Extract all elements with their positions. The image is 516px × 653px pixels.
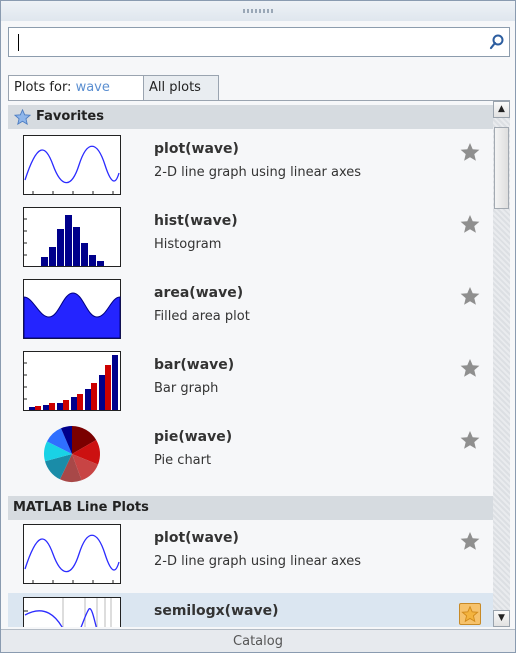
item-name: bar(wave)	[154, 357, 235, 373]
favorite-star-icon[interactable]	[459, 213, 481, 235]
tab-variable-name: wave	[75, 80, 110, 95]
search-icon[interactable]	[488, 33, 506, 51]
semilogx-thumb	[23, 597, 121, 627]
item-name: area(wave)	[154, 285, 244, 301]
item-description: Filled area plot	[154, 309, 250, 324]
catalog-label: Catalog	[233, 634, 283, 649]
list-item-plot[interactable]: plot(wave) 2-D line graph using linear a…	[8, 520, 493, 592]
favorite-star-icon[interactable]	[459, 530, 481, 552]
tab-all-plots-label: All plots	[149, 80, 201, 95]
scroll-up-icon[interactable]: ▲	[493, 101, 510, 118]
pie-thumb	[23, 423, 121, 483]
item-description: Histogram	[154, 237, 222, 252]
item-name: pie(wave)	[154, 429, 233, 445]
favorite-star-icon[interactable]	[459, 357, 481, 379]
favorite-star-icon[interactable]	[459, 141, 481, 163]
section-line-plots: MATLAB Line Plots	[8, 496, 493, 520]
tab-plots-for-label: Plots for:	[14, 80, 76, 95]
favorite-star-icon[interactable]	[459, 429, 481, 451]
catalog-status-bar: Catalog	[1, 629, 515, 652]
item-description: 2-D line graph using linear axes	[154, 554, 362, 569]
tab-all-plots[interactable]: All plots	[143, 75, 219, 100]
item-name: semilogx(wave)	[154, 603, 279, 619]
list-item-plot[interactable]: plot(wave) 2-D line graph using linear a…	[8, 131, 493, 203]
plot-catalog-window: Plots for: wave All plots Favorites plot…	[0, 0, 516, 653]
tab-plots-for[interactable]: Plots for: wave	[8, 75, 144, 102]
item-description: Pie chart	[154, 453, 212, 468]
item-description: 2-D line graph using linear axes	[154, 165, 362, 180]
item-name: plot(wave)	[154, 141, 239, 157]
section-line-plots-title: MATLAB Line Plots	[13, 500, 149, 515]
hist-thumb	[23, 207, 121, 267]
scroll-thumb[interactable]	[494, 127, 509, 209]
favorites-star-icon	[14, 109, 31, 125]
list-item-pie[interactable]: pie(wave) Pie chart	[8, 419, 493, 491]
search-input[interactable]	[8, 27, 510, 57]
section-favorites: Favorites	[8, 105, 493, 129]
item-name: plot(wave)	[154, 530, 239, 546]
favorite-star-icon[interactable]	[459, 285, 481, 307]
line-thumb	[23, 135, 121, 195]
bar-thumb	[23, 351, 121, 411]
list-item-semilogx[interactable]: semilogx(wave)	[8, 593, 493, 627]
vertical-scrollbar[interactable]: ▲ ▼	[493, 101, 510, 627]
line-thumb	[23, 524, 121, 584]
scroll-down-icon[interactable]: ▼	[493, 610, 510, 627]
item-name: hist(wave)	[154, 213, 238, 229]
plot-list: Favorites plot(wave) 2-D line graph usin…	[8, 101, 493, 627]
resize-grip[interactable]	[1, 1, 515, 21]
section-favorites-title: Favorites	[36, 109, 104, 124]
area-thumb	[23, 279, 121, 339]
text-caret	[18, 34, 19, 51]
list-item-area[interactable]: area(wave) Filled area plot	[8, 275, 493, 347]
favorite-star-icon[interactable]	[459, 603, 481, 625]
list-item-bar[interactable]: bar(wave) Bar graph	[8, 347, 493, 419]
item-description: Bar graph	[154, 381, 219, 396]
grip-dots-icon	[243, 9, 273, 13]
list-item-hist[interactable]: hist(wave) Histogram	[8, 203, 493, 275]
